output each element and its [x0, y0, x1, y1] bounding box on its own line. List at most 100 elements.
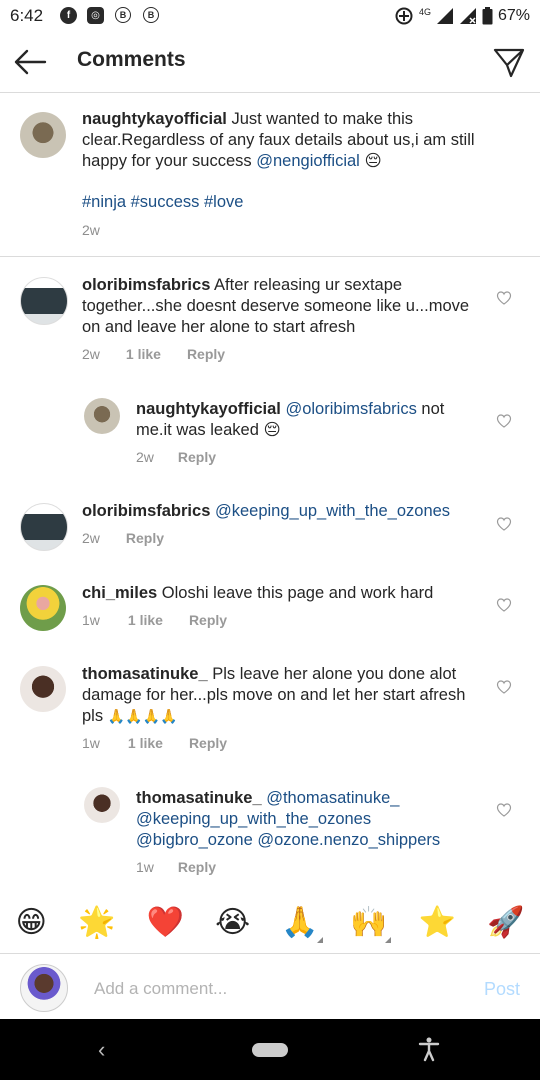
- current-user-avatar: [20, 964, 68, 1012]
- glowing-star-emoji-button[interactable]: 🌟: [78, 905, 115, 941]
- likes-count[interactable]: 1 like: [128, 612, 163, 628]
- mention-link[interactable]: @bigbro_ozone: [136, 831, 253, 849]
- hashtags: #ninja #success #love: [82, 192, 243, 213]
- like-heart-icon[interactable]: [496, 597, 512, 613]
- battery-percent: 67%: [497, 7, 530, 24]
- direct-send-icon[interactable]: [492, 45, 526, 79]
- post-caption: naughtykayofficial Just wanted to make t…: [0, 92, 540, 257]
- grin-emoji-button[interactable]: 😁: [16, 905, 47, 941]
- back-arrow-icon[interactable]: [12, 46, 48, 78]
- reply-button[interactable]: Reply: [187, 346, 225, 362]
- raised-hands-emoji-button[interactable]: 🙌: [349, 905, 392, 943]
- accessibility-icon[interactable]: [416, 1036, 442, 1062]
- rocket-emoji-button[interactable]: 🚀: [487, 905, 524, 941]
- likes-count[interactable]: 1 like: [126, 346, 161, 362]
- timestamp: 1w: [82, 735, 100, 751]
- raised-hands-emoji: 🙌: [349, 905, 388, 940]
- comment-text: thomasatinuke_ @thomasatinuke_ @keeping_…: [136, 788, 481, 851]
- like-heart-icon[interactable]: [496, 802, 512, 818]
- username[interactable]: oloribimsfabrics: [82, 276, 210, 294]
- avatar[interactable]: [84, 398, 120, 434]
- pray-emoji-button[interactable]: 🙏: [281, 905, 323, 943]
- signal-icon: [459, 8, 476, 24]
- comment-meta: 2w Reply: [82, 530, 164, 546]
- star-emoji-button[interactable]: ⭐: [419, 905, 456, 941]
- battery-icon: [482, 7, 493, 25]
- comment-input[interactable]: [92, 978, 456, 1000]
- timestamp: 2w: [82, 530, 100, 546]
- mention-link[interactable]: @thomasatinuke_: [266, 789, 399, 807]
- skin-tone-indicator: [385, 937, 392, 943]
- reply-button[interactable]: Reply: [126, 530, 164, 546]
- mention-link[interactable]: @ozone.nenzo_shippers: [257, 831, 440, 849]
- reply-button[interactable]: Reply: [189, 612, 227, 628]
- system-nav-bar: ‹: [0, 1019, 540, 1080]
- comment-meta: 2w Reply: [136, 449, 216, 465]
- skin-tone-indicator: [316, 937, 323, 943]
- caption-text: naughtykayofficial Just wanted to make t…: [82, 109, 502, 172]
- post-button[interactable]: Post: [484, 979, 520, 1000]
- heart-emoji-button[interactable]: ❤️: [147, 905, 184, 941]
- emoji: 😔: [263, 421, 281, 439]
- page-title: Comments: [77, 48, 186, 71]
- status-time: 6:42: [10, 6, 44, 25]
- data-saver-icon: [395, 7, 413, 25]
- comment-body: Oloshi leave this page and work hard: [157, 584, 434, 602]
- add-comment-bar: Post: [0, 953, 540, 1020]
- like-heart-icon[interactable]: [496, 679, 512, 695]
- likes-count[interactable]: 1 like: [128, 735, 163, 751]
- nav-home-pill[interactable]: [252, 1043, 288, 1057]
- network-type: 4G: [418, 7, 431, 17]
- like-heart-icon[interactable]: [496, 516, 512, 532]
- comment-text: oloribimsfabrics After releasing ur sext…: [82, 275, 482, 338]
- timestamp: 1w: [136, 859, 154, 875]
- comment-meta: 1w 1 like Reply: [82, 612, 227, 628]
- avatar[interactable]: [20, 112, 66, 158]
- username[interactable]: chi_miles: [82, 584, 157, 602]
- status-indicators: 4G 67%: [394, 5, 530, 27]
- mention-link[interactable]: @keeping_up_with_the_ozones: [136, 810, 371, 828]
- top-bar: Comments: [0, 32, 540, 93]
- facebook-icon: f: [60, 7, 77, 24]
- username[interactable]: naughtykayofficial: [136, 400, 281, 418]
- mention-link[interactable]: @nengiofficial: [256, 152, 360, 170]
- avatar[interactable]: [20, 277, 68, 325]
- comment-meta: 1w 1 like Reply: [82, 735, 227, 751]
- avatar[interactable]: [84, 787, 120, 823]
- notification-b-icon: B: [115, 7, 131, 23]
- mention-link[interactable]: @keeping_up_with_the_ozones: [215, 502, 450, 520]
- emoji-quick-bar: 😁 🌟 ❤️ 😭 🙏 🙌 ⭐ 🚀: [0, 895, 540, 951]
- username[interactable]: thomasatinuke_: [136, 789, 262, 807]
- timestamp: 2w: [82, 222, 100, 238]
- timestamp: 1w: [82, 612, 100, 628]
- comment-text: naughtykayofficial @oloribimsfabrics not…: [136, 399, 481, 441]
- avatar[interactable]: [20, 666, 66, 712]
- username[interactable]: oloribimsfabrics: [82, 502, 210, 520]
- crying-emoji-button[interactable]: 😭: [215, 905, 250, 941]
- like-heart-icon[interactable]: [496, 290, 512, 306]
- mention-link[interactable]: @oloribimsfabrics: [285, 400, 416, 418]
- comment-meta: 2w 1 like Reply: [82, 346, 225, 362]
- nav-back-icon[interactable]: ‹: [98, 1037, 105, 1063]
- instagram-icon: ◎: [87, 7, 104, 24]
- comment-text: thomasatinuke_ Pls leave her alone you d…: [82, 664, 477, 727]
- reply-button[interactable]: Reply: [189, 735, 227, 751]
- comment-text: oloribimsfabrics @keeping_up_with_the_oz…: [82, 501, 482, 522]
- signal-icon: [436, 8, 453, 24]
- caption-meta: 2w: [82, 222, 100, 238]
- timestamp: 2w: [82, 346, 100, 362]
- username[interactable]: thomasatinuke_: [82, 665, 208, 683]
- reply-button[interactable]: Reply: [178, 449, 216, 465]
- avatar[interactable]: [20, 503, 68, 551]
- comment-text: chi_miles Oloshi leave this page and wor…: [82, 583, 482, 604]
- like-heart-icon[interactable]: [496, 413, 512, 429]
- comment-meta: 1w Reply: [136, 859, 216, 875]
- username[interactable]: naughtykayofficial: [82, 110, 227, 128]
- avatar[interactable]: [20, 585, 66, 631]
- hashtag-links[interactable]: #ninja #success #love: [82, 193, 243, 211]
- reply-button[interactable]: Reply: [178, 859, 216, 875]
- pray-emoji: 🙏: [281, 905, 319, 940]
- timestamp: 2w: [136, 449, 154, 465]
- emoji: 🙏🙏🙏🙏: [107, 708, 178, 724]
- status-bar: 6:42 f ◎ B B 4G 67%: [0, 0, 540, 32]
